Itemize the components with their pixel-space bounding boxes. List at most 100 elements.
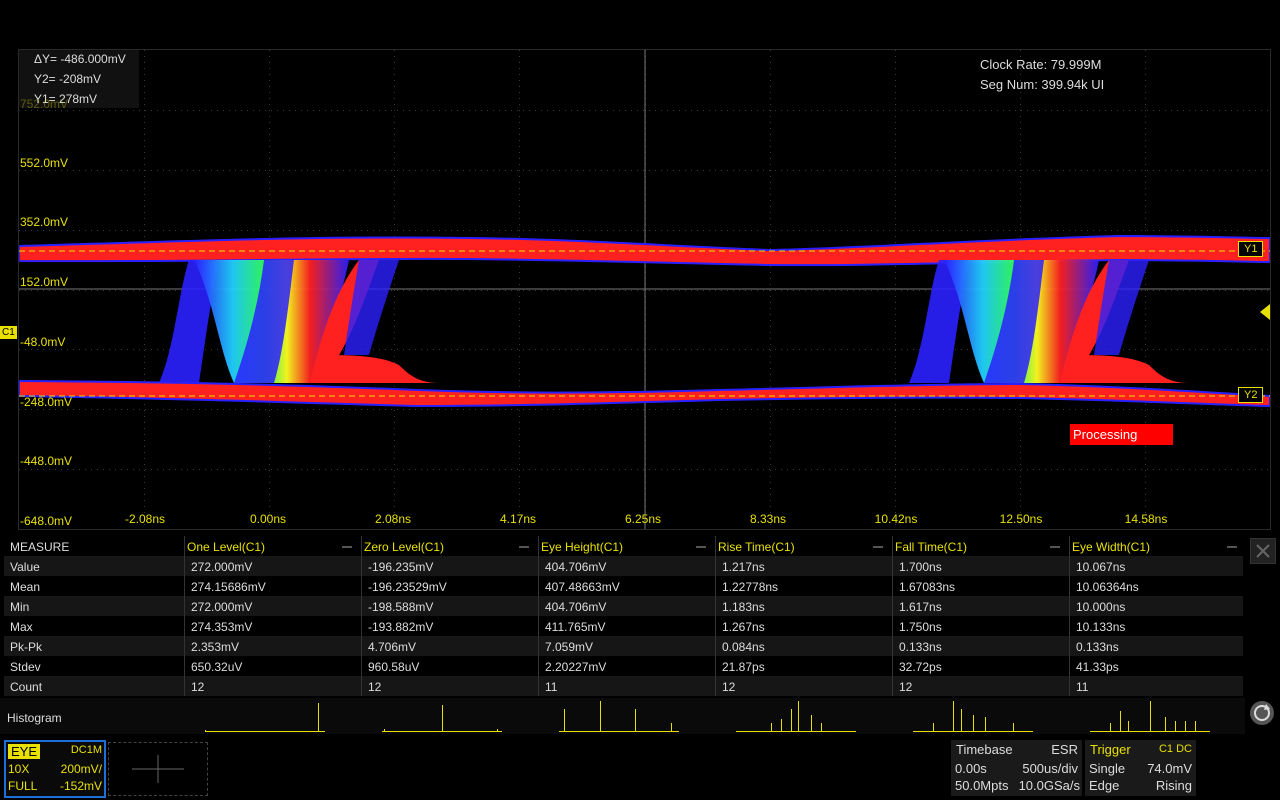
measure-cell: 10.000ns: [1076, 600, 1126, 614]
measure-cell: 12: [899, 680, 913, 694]
y-axis-label: 552.0mV: [20, 156, 69, 170]
histogram-bar: [205, 730, 206, 731]
histogram-bar: [671, 723, 672, 731]
histogram-baseline: [736, 731, 856, 732]
channel-bandwidth: FULL: [8, 779, 38, 793]
processing-badge: Processing: [1070, 424, 1173, 445]
measure-cell: 1.750ns: [899, 620, 942, 634]
column-divider: [715, 536, 716, 696]
histogram-bar: [1165, 717, 1166, 731]
x-axis-label: 0.00ns: [249, 512, 287, 526]
histogram-bar: [1185, 721, 1186, 731]
add-channel-button[interactable]: [108, 742, 208, 796]
measure-cell: 1.700ns: [899, 560, 942, 574]
timebase-panel[interactable]: Timebase ESR 0.00s 500us/div 50.0Mpts 10…: [951, 740, 1082, 796]
waveform-display[interactable]: [18, 49, 1271, 530]
measure-table: MEASURE One Level(C1) Zero Level(C1) Eye He…: [4, 536, 1247, 698]
measure-header-row: MEASURE One Level(C1) Zero Level(C1) Eye He…: [4, 536, 1243, 556]
refresh-button[interactable]: [1250, 701, 1274, 725]
measure-cell: 12: [191, 680, 205, 694]
clock-rate: Clock Rate: 79.999M: [980, 57, 1102, 72]
measure-cell: 272.000mV: [191, 560, 253, 574]
measure-row: Pk-Pk 2.353mV 4.706mV 7.059mV 0.084ns 0.133ns…: [4, 636, 1243, 656]
measure-row-label: Min: [10, 600, 30, 614]
histogram-bar: [1195, 721, 1196, 731]
channel-level-marker[interactable]: C1: [0, 326, 17, 339]
x-axis-label: 4.17ns: [499, 512, 537, 526]
column-menu-icon[interactable]: [1050, 546, 1060, 548]
measure-cell: 960.58uV: [368, 660, 420, 674]
measure-column-header[interactable]: Eye Width(C1): [1072, 540, 1150, 554]
channel-1-box[interactable]: EYE DC1M 10X 200mV/ FULL -152mV: [4, 740, 106, 798]
trigger-title: Trigger: [1090, 742, 1131, 757]
measure-row-label: Count: [10, 680, 43, 694]
measure-cell: 0.133ns: [1076, 640, 1119, 654]
measure-cell: 10.06364ns: [1076, 580, 1139, 594]
histogram-bar: [985, 717, 986, 731]
column-menu-icon[interactable]: [873, 546, 883, 548]
measure-cell: 12: [722, 680, 736, 694]
x-axis-label: 14.58ns: [1124, 512, 1168, 526]
column-menu-icon[interactable]: [696, 546, 706, 548]
eye-diagram-plot: [19, 50, 1270, 529]
measure-column-header[interactable]: Eye Height(C1): [541, 540, 623, 554]
measure-cell: 404.706mV: [545, 560, 607, 574]
close-icon: [1256, 544, 1270, 558]
measure-cell: 0.133ns: [899, 640, 942, 654]
trigger-panel[interactable]: Trigger C1 DC Single 74.0mV Edge Rising: [1085, 740, 1196, 796]
channel-mode: EYE: [8, 744, 41, 759]
trigger-source: C1 DC: [1158, 743, 1192, 755]
cursor-delta-y: ΔY= -486.000mV: [34, 52, 126, 66]
measure-column-header[interactable]: Fall Time(C1): [895, 540, 967, 554]
y-axis-label: -248.0mV: [20, 395, 73, 409]
measure-cell: 2.20227mV: [545, 660, 607, 674]
measure-column-header[interactable]: Zero Level(C1): [364, 540, 444, 554]
measure-column-header[interactable]: Rise Time(C1): [718, 540, 795, 554]
timebase-sample-rate: 10.0GSa/s: [1018, 778, 1080, 793]
column-menu-icon[interactable]: [1227, 546, 1237, 548]
close-measure-button[interactable]: [1250, 538, 1276, 564]
measure-cell: 274.353mV: [191, 620, 253, 634]
measure-column-header[interactable]: One Level(C1): [187, 540, 265, 554]
trigger-level-arrow-icon[interactable]: [1260, 304, 1270, 320]
measure-row-label: Max: [10, 620, 33, 634]
histogram-label: Histogram: [7, 711, 62, 725]
trigger-level: 74.0mV: [1147, 761, 1192, 776]
measure-cell: 41.33ps: [1076, 660, 1119, 674]
histogram-baseline: [913, 731, 1033, 732]
column-menu-icon[interactable]: [519, 546, 529, 548]
column-divider: [361, 536, 362, 696]
histogram-bar: [442, 705, 443, 731]
measure-cell: 1.217ns: [722, 560, 765, 574]
measure-cell: 7.059mV: [545, 640, 594, 654]
channel-offset: -152mV: [59, 779, 102, 793]
histogram-bar: [1128, 721, 1129, 731]
histogram-bar: [1120, 711, 1121, 731]
histogram-bar: [798, 701, 799, 731]
y2-cursor-marker[interactable]: Y2: [1238, 387, 1264, 403]
histogram-bar: [635, 709, 636, 731]
y1-cursor-marker[interactable]: Y1: [1238, 241, 1264, 257]
histogram-bar: [811, 715, 812, 731]
histogram-baseline: [205, 731, 325, 732]
x-axis-label: 6.25ns: [624, 512, 662, 526]
measure-row-label: Value: [10, 560, 40, 574]
measure-cell: 2.353mV: [191, 640, 240, 654]
measure-cell: 4.706mV: [368, 640, 417, 654]
measure-cell: 12: [368, 680, 382, 694]
measure-row-label: Stdev: [10, 660, 41, 674]
channel-coupling: DC1M: [70, 744, 102, 756]
y-axis-label: 352.0mV: [20, 215, 69, 229]
trigger-mode: Single: [1089, 761, 1126, 776]
column-divider: [184, 536, 185, 696]
refresh-icon: [1254, 704, 1270, 721]
histogram-baseline: [1090, 731, 1210, 732]
measure-header-label: MEASURE: [10, 540, 70, 554]
column-divider: [892, 536, 893, 696]
histogram-bar: [953, 701, 954, 731]
measure-cell: -196.235mV: [368, 560, 434, 574]
x-axis-label: 10.42ns: [874, 512, 918, 526]
measure-cell: 1.617ns: [899, 600, 942, 614]
measure-cell: 11: [545, 680, 558, 694]
column-menu-icon[interactable]: [342, 546, 352, 548]
